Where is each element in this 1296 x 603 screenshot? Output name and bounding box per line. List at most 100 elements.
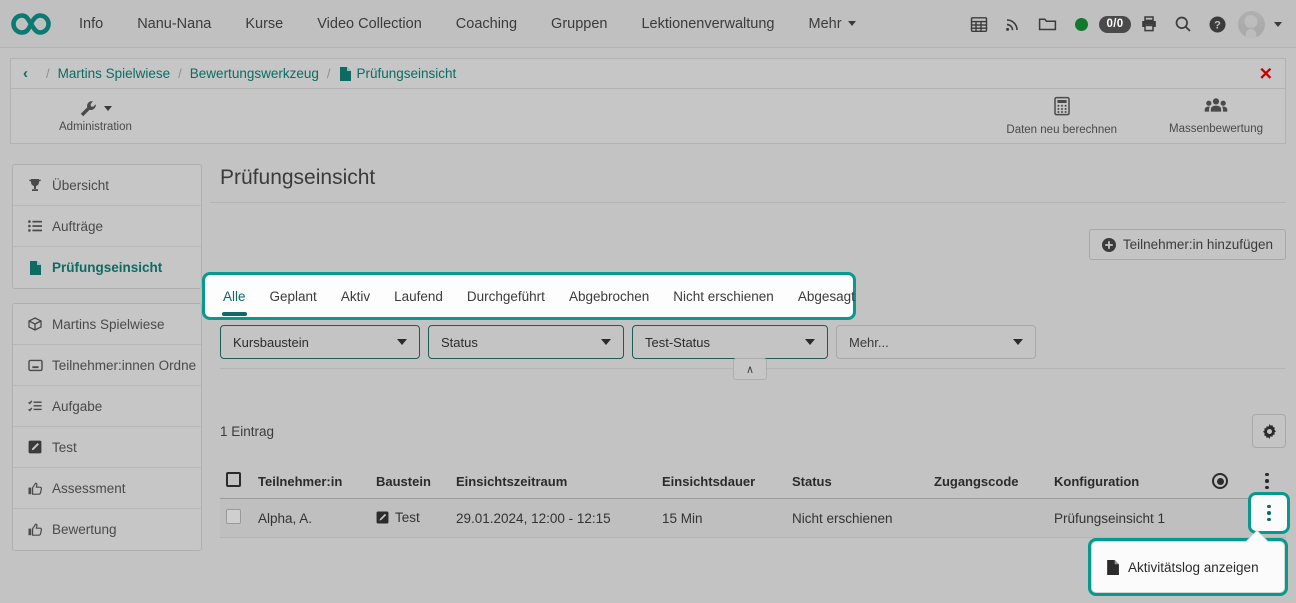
breadcrumb-item-martins-spielwiese[interactable]: Martins Spielwiese	[58, 66, 171, 81]
tab-geplant[interactable]: Geplant	[258, 275, 329, 317]
filter-mehr[interactable]: Mehr...	[836, 325, 1036, 359]
column-baustein[interactable]: Baustein	[370, 464, 450, 499]
cell-einsichtsdauer: 15 Min	[656, 499, 786, 538]
sidebar: Übersicht Aufträge Prüfu	[12, 164, 202, 565]
sidebar-item-assessment[interactable]: Assessment	[13, 468, 201, 509]
sidebar-item-pruefungseinsicht[interactable]: Prüfungseinsicht	[13, 247, 201, 288]
column-einsichtsdauer[interactable]: Einsichtsdauer	[656, 464, 786, 499]
column-status[interactable]: Status	[786, 464, 928, 499]
popup-item-aktivitaetslog[interactable]: Aktivitätslog anzeigen	[1091, 541, 1285, 593]
notification-count-badge[interactable]: 0/0	[1098, 0, 1132, 48]
chevron-up-icon: ∧	[746, 363, 754, 376]
box-icon	[27, 317, 43, 331]
tab-aktiv[interactable]: Aktiv	[329, 275, 382, 317]
nav-item-gruppen[interactable]: Gruppen	[534, 0, 624, 48]
close-icon[interactable]: ✕	[1259, 65, 1273, 82]
chevron-down-icon	[397, 339, 407, 345]
row-actions-kebab-button[interactable]	[1248, 492, 1290, 534]
sidebar-item-uebersicht[interactable]: Übersicht	[13, 165, 201, 206]
breadcrumb-separator: /	[46, 66, 50, 81]
recalculate-data-button[interactable]: Daten neu berechnen	[994, 96, 1129, 136]
search-icon[interactable]	[1166, 0, 1200, 48]
tab-nicht-erschienen[interactable]: Nicht erschienen	[661, 275, 786, 317]
select-all-header	[220, 464, 252, 499]
nav-item-video-collection[interactable]: Video Collection	[300, 0, 439, 48]
printer-icon[interactable]	[1132, 0, 1166, 48]
sidebar-item-label: Assessment	[52, 481, 126, 496]
add-participant-button[interactable]: Teilnehmer:in hinzufügen	[1089, 229, 1286, 260]
row-select-cell	[220, 499, 252, 538]
breadcrumb-back-button[interactable]: ‹	[23, 65, 28, 82]
chevron-down-icon	[805, 339, 815, 345]
breadcrumb-item-bewertungswerkzeug[interactable]: Bewertungswerkzeug	[190, 66, 319, 81]
nav-item-info[interactable]: Info	[62, 0, 120, 48]
column-teilnehmer[interactable]: Teilnehmer:in	[252, 464, 370, 499]
sidebar-item-label: Test	[52, 440, 77, 455]
cell-status: Nicht erschienen	[786, 499, 928, 538]
sidebar-item-label: Martins Spielwiese	[52, 317, 165, 332]
tab-abgebrochen[interactable]: Abgebrochen	[557, 275, 661, 317]
nav-item-nanu-nana[interactable]: Nanu-Nana	[120, 0, 228, 48]
sidebar-item-bewertung[interactable]: Bewertung	[13, 509, 201, 550]
avatar-dropdown-chevron-down-icon[interactable]	[1268, 0, 1288, 48]
table-actions-kebab-icon[interactable]	[1254, 473, 1280, 490]
main-content: Prüfungseinsicht Teilnehmer:in hinzufüge…	[210, 152, 1286, 592]
plus-circle-icon	[1102, 238, 1116, 252]
cell-konfiguration: Prüfungseinsicht 1	[1048, 499, 1206, 538]
tab-laufend[interactable]: Laufend	[382, 275, 455, 317]
sidebar-item-teilnehmer-ordner[interactable]: Teilnehmer:innen Ordne	[13, 345, 201, 386]
checklist-icon	[27, 400, 43, 412]
cell-record-status	[1206, 499, 1248, 538]
cell-zugangscode	[928, 499, 1048, 538]
avatar[interactable]	[1234, 0, 1268, 48]
toolbar-right-actions: Daten neu berechnen Massenbewertung	[994, 96, 1275, 136]
administration-label: Administration	[59, 121, 132, 133]
filter-status[interactable]: Status	[428, 325, 624, 359]
rss-icon[interactable]	[996, 0, 1030, 48]
tab-abgesagt[interactable]: Abgesagt	[786, 275, 867, 317]
column-einsichtszeitraum[interactable]: Einsichtszeitraum	[450, 464, 656, 499]
status-dot-icon[interactable]	[1064, 0, 1098, 48]
notification-count-label: 0/0	[1099, 16, 1132, 33]
cell-baustein: Test	[370, 499, 450, 538]
select-all-checkbox[interactable]	[226, 472, 241, 487]
nav-item-mehr[interactable]: Mehr	[792, 0, 873, 48]
table-settings-button[interactable]	[1252, 414, 1286, 448]
folder-icon[interactable]	[1030, 0, 1064, 48]
mass-assessment-button[interactable]: Massenbewertung	[1157, 97, 1275, 135]
gear-icon	[1262, 424, 1277, 439]
document-icon	[339, 67, 351, 81]
sidebar-item-aufgabe[interactable]: Aufgabe	[13, 386, 201, 427]
administration-button[interactable]: Administration	[47, 100, 144, 133]
tab-durchgefuehrt[interactable]: Durchgeführt	[455, 275, 557, 317]
sidebar-item-test[interactable]: Test	[13, 427, 201, 468]
top-navigation-bar: Info Nanu-Nana Kurse Video Collection Co…	[0, 0, 1296, 48]
recalculate-data-label: Daten neu berechnen	[1006, 124, 1117, 136]
nav-item-lektionenverwaltung[interactable]: Lektionenverwaltung	[624, 0, 791, 48]
document-icon	[27, 261, 43, 275]
nav-item-kurse[interactable]: Kurse	[228, 0, 300, 48]
help-icon[interactable]: ?	[1200, 0, 1234, 48]
infinity-logo[interactable]	[0, 12, 62, 36]
collapse-filters-button[interactable]: ∧	[733, 358, 767, 380]
column-zugangscode[interactable]: Zugangscode	[928, 464, 1048, 499]
list-icon	[27, 220, 43, 232]
breadcrumb: ‹ / Martins Spielwiese / Bewertungswerkz…	[10, 58, 1286, 88]
calendar-icon[interactable]	[962, 0, 996, 48]
chevron-down-icon	[1013, 339, 1023, 345]
add-participant-row: Teilnehmer:in hinzufügen	[210, 203, 1286, 260]
sidebar-item-martins-spielwiese[interactable]: Martins Spielwiese	[13, 304, 201, 345]
filter-test-status-label: Test-Status	[645, 335, 783, 350]
nav-item-coaching[interactable]: Coaching	[439, 0, 534, 48]
column-konfiguration[interactable]: Konfiguration	[1048, 464, 1206, 499]
filter-status-label: Status	[441, 335, 579, 350]
table-row[interactable]: Alpha, A. Test 29.01.2024, 12:00 - 12:15	[220, 499, 1286, 538]
row-select-checkbox[interactable]	[226, 509, 241, 524]
filter-kursbaustein[interactable]: Kursbaustein	[220, 325, 420, 359]
sidebar-item-auftraege[interactable]: Aufträge	[13, 206, 201, 247]
mass-assessment-label: Massenbewertung	[1169, 123, 1263, 135]
filter-test-status[interactable]: Test-Status	[632, 325, 828, 359]
entry-count-label: 1 Eintrag	[220, 424, 274, 439]
tab-alle[interactable]: Alle	[211, 275, 258, 317]
cell-teilnehmer: Alpha, A.	[252, 499, 370, 538]
